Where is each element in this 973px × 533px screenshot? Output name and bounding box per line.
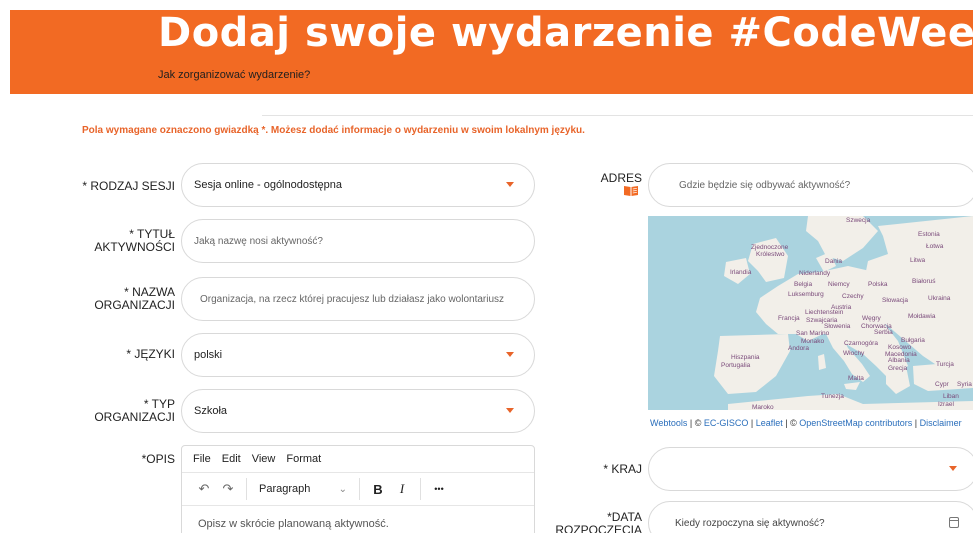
location-map[interactable]: Szwecja Estonia Łotwa Litwa Zjednoczone … [648,216,973,410]
chevron-down-icon [506,408,514,413]
svg-text:Grecja: Grecja [888,365,908,372]
svg-text:Francja: Francja [778,315,800,322]
toolbar-separator [420,478,421,500]
calendar-icon[interactable] [949,517,959,528]
country-select[interactable] [648,447,973,491]
required-fields-notice: Pola wymagane oznaczono gwiazdką *. Może… [82,125,585,136]
svg-text:Belgia: Belgia [794,281,812,288]
svg-text:Szwecja: Szwecja [846,217,871,224]
org-type-value: Szkoła [194,405,228,417]
address-input[interactable]: Gdzie będzie się odbywać aktywność? [648,163,973,207]
svg-text:Turcja: Turcja [936,361,954,368]
svg-text:Łotwa: Łotwa [926,243,944,250]
book-icon[interactable] [624,185,638,196]
languages-label: * JĘZYKI [126,347,175,361]
svg-text:Maroko: Maroko [752,404,774,410]
osm-link[interactable]: OpenStreetMap contributors [799,418,912,428]
webtools-link[interactable]: Webtools [650,418,687,428]
how-to-organize-link[interactable]: Jak zorganizować wydarzenie? [158,69,310,81]
svg-text:Irlandia: Irlandia [730,269,752,276]
bold-button[interactable]: B [366,482,390,497]
svg-text:Andora: Andora [788,345,809,352]
svg-text:Izrael: Izrael [938,401,954,408]
map-attribution: Webtools | © EC-GISCO | Leaflet | © Open… [650,418,962,428]
svg-text:Czarnogóra: Czarnogóra [844,340,878,347]
map-tiles: Szwecja Estonia Łotwa Litwa Zjednoczone … [648,216,973,410]
block-format-select[interactable]: Paragraph ⌄ [253,483,353,495]
divider [262,115,973,116]
svg-text:Serbia: Serbia [874,329,893,336]
svg-text:Mołdawia: Mołdawia [908,313,936,320]
page-title: Dodaj swoje wydarzenie #CodeWeek [158,10,973,56]
title-placeholder: Jaką nazwę nosi aktywność? [194,235,323,247]
organization-input[interactable]: Organizacja, na rzecz której pracujesz l… [181,277,535,321]
toolbar-separator [359,478,360,500]
start-date-input[interactable]: Kiedy rozpoczyna się aktywność? [648,501,973,533]
svg-text:Zjednoczone: Zjednoczone [751,244,789,251]
address-label: ADRES [600,171,642,185]
block-format-value: Paragraph [259,483,311,495]
editor-toolbar: ↶ ↷ Paragraph ⌄ B I ••• [182,473,534,506]
page-banner: Dodaj swoje wydarzenie #CodeWeek Jak zor… [10,10,973,94]
languages-select[interactable]: polski [181,333,535,377]
start-date-label: *DATA ROZPOCZĘCIA [555,510,642,533]
chevron-down-icon: ⌄ [338,483,347,495]
svg-text:Luksemburg: Luksemburg [788,291,824,298]
disclaimer-link[interactable]: Disclaimer [920,418,962,428]
svg-text:Cypr: Cypr [935,381,950,388]
title-input[interactable]: Jaką nazwę nosi aktywność? [181,219,535,263]
title-label: * TYTUŁ AKTYWNOŚCI [94,227,175,254]
chevron-down-icon [506,352,514,357]
undo-icon[interactable]: ↶ [192,481,216,497]
more-icon[interactable]: ••• [427,484,451,494]
session-type-select[interactable]: Sesja online - ogólnodostępna [181,163,535,207]
svg-text:Słowacja: Słowacja [882,297,908,304]
svg-text:Polska: Polska [868,281,888,288]
svg-text:Liban: Liban [943,393,959,400]
svg-text:Syria: Syria [957,381,972,388]
svg-text:Białoruś: Białoruś [912,278,936,285]
svg-text:San Marino: San Marino [796,330,830,337]
country-label: * KRAJ [603,462,642,476]
address-placeholder: Gdzie będzie się odbywać aktywność? [679,179,851,191]
italic-button[interactable]: I [390,481,414,497]
svg-text:Malta: Malta [848,375,864,382]
svg-text:Monako: Monako [801,338,825,345]
svg-text:Węgry: Węgry [862,315,882,322]
svg-text:Litwa: Litwa [910,257,926,264]
svg-text:Hiszpania: Hiszpania [731,354,760,361]
redo-icon[interactable]: ↷ [216,481,240,497]
org-type-select[interactable]: Szkoła [181,389,535,433]
svg-text:Dania: Dania [825,258,842,265]
svg-text:Ukraina: Ukraina [928,295,951,302]
svg-text:Tunezja: Tunezja [821,393,844,400]
org-type-label: * TYP ORGANIZACJI [94,397,175,424]
toolbar-separator [246,478,247,500]
svg-text:Włochy: Włochy [843,350,865,357]
start-date-placeholder: Kiedy rozpoczyna się aktywność? [675,517,825,529]
svg-text:Portugalia: Portugalia [721,362,751,369]
svg-text:Słowenia: Słowenia [824,323,851,330]
chevron-down-icon [949,466,957,471]
ec-gisco-link[interactable]: EC-GISCO [704,418,749,428]
svg-text:Niderlandy: Niderlandy [799,270,831,277]
svg-text:Liechtenstein: Liechtenstein [805,309,844,316]
leaflet-link[interactable]: Leaflet [756,418,783,428]
organization-placeholder: Organizacja, na rzecz której pracujesz l… [200,293,505,305]
svg-text:Królestwo: Królestwo [756,251,785,258]
svg-text:Estonia: Estonia [918,231,940,238]
svg-text:Niemcy: Niemcy [828,281,850,288]
svg-text:Bułgaria: Bułgaria [901,337,925,344]
svg-text:Kosowo: Kosowo [888,344,912,351]
organization-label: * NAZWA ORGANIZACJI [94,285,175,312]
languages-value: polski [194,349,223,361]
svg-text:Czechy: Czechy [842,293,864,300]
svg-text:Albania: Albania [888,357,910,364]
